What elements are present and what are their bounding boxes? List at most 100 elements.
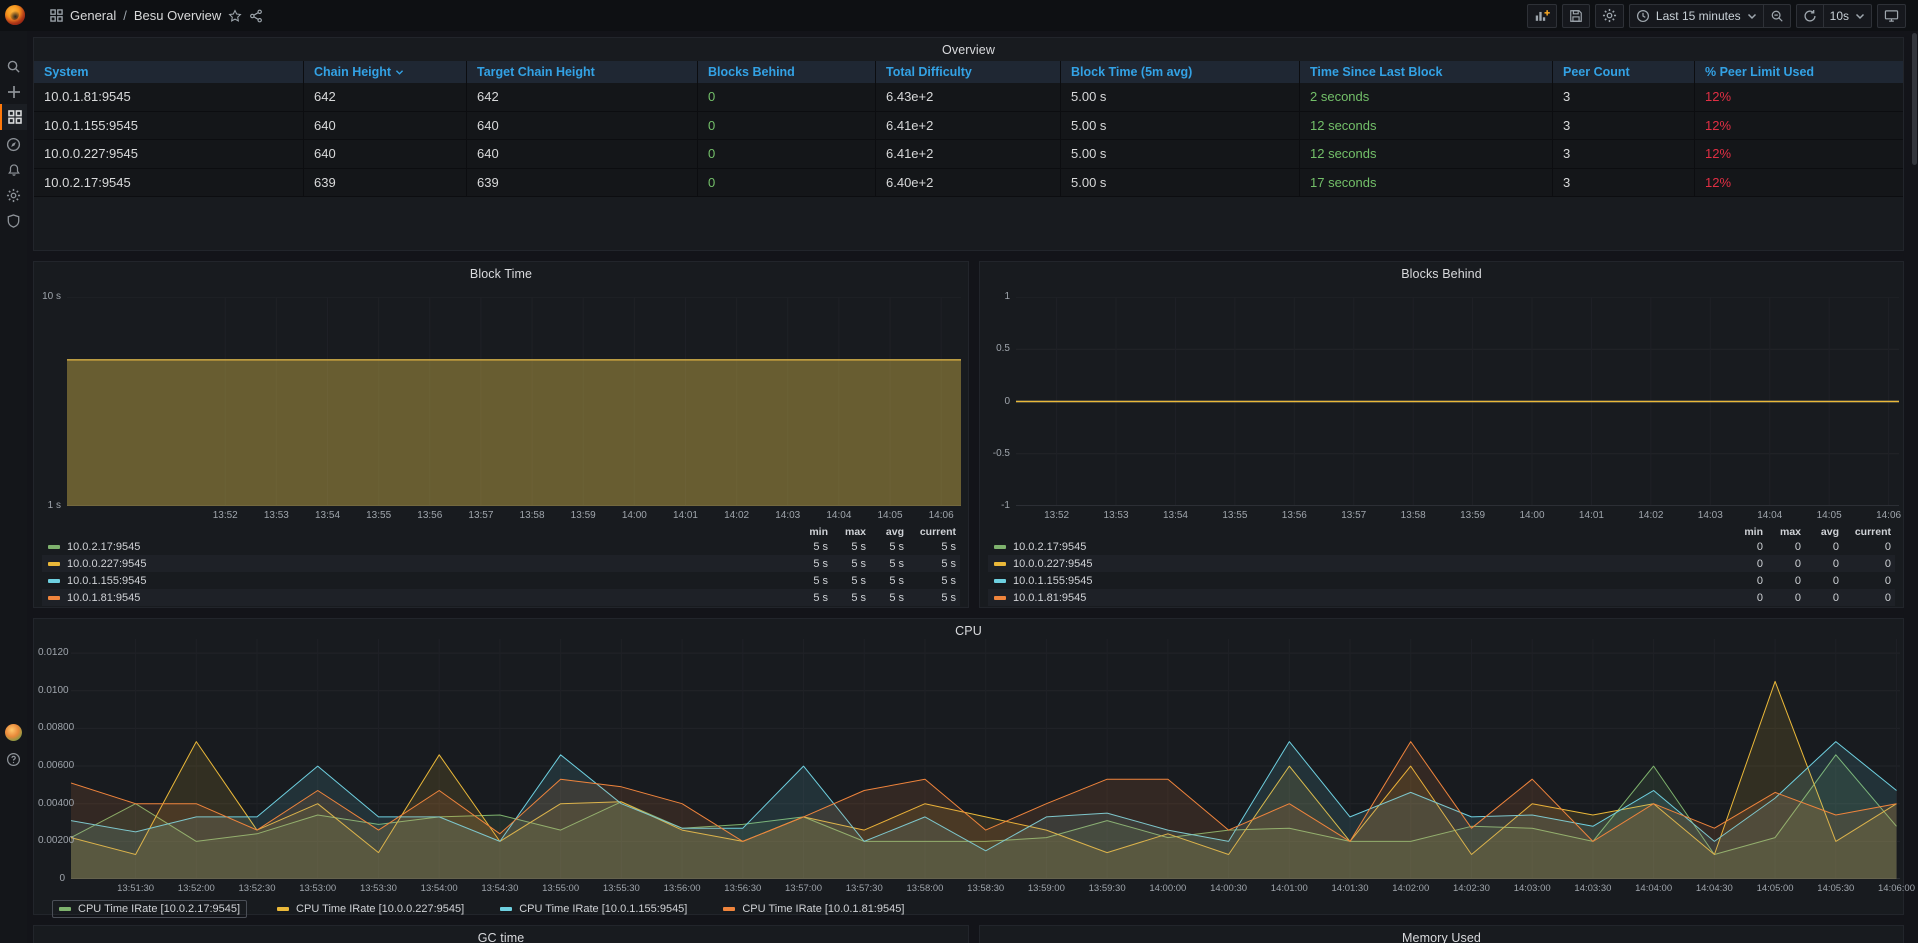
- col-header-target-chain-height[interactable]: Target Chain Height: [466, 61, 697, 83]
- server-admin-shield-icon[interactable]: [0, 208, 27, 234]
- series-marker: [994, 545, 1006, 549]
- x-axis-tick: 13:53:00: [299, 883, 336, 894]
- blocks-behind-chart[interactable]: [1016, 297, 1899, 506]
- breadcrumb-folder[interactable]: General: [70, 8, 116, 23]
- cpu-chart[interactable]: [71, 639, 1900, 879]
- chevron-down-icon: [1855, 12, 1865, 20]
- x-axis-tick: 13:59:30: [1089, 883, 1126, 894]
- dashboard-settings-button[interactable]: [1595, 4, 1624, 28]
- overview-table: System Chain Height Target Chain Height …: [34, 61, 1903, 197]
- y-axis-tick: 0.00800: [38, 722, 65, 733]
- dashboards-icon[interactable]: [0, 104, 27, 130]
- panel-title[interactable]: Memory Used: [980, 931, 1903, 943]
- col-header-time-since-last-block[interactable]: Time Since Last Block: [1299, 61, 1552, 83]
- block-time-chart[interactable]: [67, 297, 961, 506]
- cell-peer-count: 3: [1552, 83, 1694, 111]
- legend-row: 10.0.1.81:9545 5 s 5 s 5 s 5 s: [42, 589, 960, 606]
- block-time-legend: min max avg current 10.0.2.17:9545 5 s 5…: [42, 525, 960, 606]
- col-header-peer-limit-used[interactable]: % Peer Limit Used: [1694, 61, 1903, 83]
- refresh-interval-picker[interactable]: 10s: [1824, 4, 1872, 28]
- explore-compass-icon[interactable]: [0, 131, 27, 157]
- help-icon[interactable]: [0, 746, 27, 772]
- panel-title[interactable]: Block Time: [34, 267, 968, 281]
- table-header-row: System Chain Height Target Chain Height …: [34, 61, 1903, 83]
- x-axis-tick: 14:01:30: [1332, 883, 1369, 894]
- col-header-blocks-behind[interactable]: Blocks Behind: [697, 61, 875, 83]
- x-axis-tick: 13:56:00: [664, 883, 701, 894]
- x-axis-tick: 13:54:00: [421, 883, 458, 894]
- cell-blocks-behind: 0: [697, 83, 875, 111]
- series-marker: [48, 545, 60, 549]
- x-axis-tick: 14:06:00: [1878, 883, 1915, 894]
- scrollbar-thumb[interactable]: [1912, 33, 1917, 165]
- legend-stats-header: min max avg current: [42, 525, 960, 538]
- user-avatar[interactable]: [0, 719, 27, 745]
- panel-title[interactable]: CPU: [34, 624, 1903, 638]
- add-panel-button[interactable]: [1527, 4, 1557, 28]
- cell-system: 10.0.0.227:9545: [34, 140, 303, 168]
- create-icon[interactable]: [0, 79, 27, 105]
- cell-peer-limit-used: 12%: [1694, 169, 1903, 197]
- configuration-gear-icon[interactable]: [0, 182, 27, 208]
- panel-title[interactable]: GC time: [34, 931, 968, 943]
- legend-item[interactable]: CPU Time IRate [10.0.2.17:9545]: [52, 900, 247, 918]
- series-marker: [994, 596, 1006, 600]
- x-axis-tick: 13:57:00: [785, 883, 822, 894]
- x-axis-tick: 13:56:30: [724, 883, 761, 894]
- y-axis-tick: 0.0120: [38, 647, 65, 658]
- panel-title[interactable]: Blocks Behind: [980, 267, 1903, 281]
- y-axis-tick: 10 s: [38, 291, 61, 302]
- save-dashboard-button[interactable]: [1562, 4, 1590, 28]
- navbar-actions: Last 15 minutes 10s: [1527, 3, 1906, 28]
- legend-item[interactable]: CPU Time IRate [10.0.1.155:9545]: [494, 901, 693, 917]
- x-axis-tick: 13:54: [1163, 510, 1188, 521]
- cell-time-since-last-block: 12 seconds: [1299, 112, 1552, 140]
- col-header-total-difficulty[interactable]: Total Difficulty: [875, 61, 1060, 83]
- x-axis-tick: 13:55:00: [542, 883, 579, 894]
- search-icon[interactable]: [0, 53, 27, 79]
- cell-peer-count: 3: [1552, 112, 1694, 140]
- refresh-button[interactable]: [1796, 4, 1824, 28]
- blocks-behind-legend: min max avg current 10.0.2.17:9545 0 0 0…: [988, 525, 1895, 606]
- y-axis-tick: -1: [984, 500, 1010, 511]
- y-axis-tick: 0.00200: [38, 835, 65, 846]
- x-axis-tick: 13:53: [1104, 510, 1129, 521]
- share-icon[interactable]: [249, 9, 263, 23]
- star-icon[interactable]: [228, 9, 242, 23]
- col-header-chain-height[interactable]: Chain Height: [303, 61, 466, 83]
- x-axis-tick: 14:00:00: [1149, 883, 1186, 894]
- cell-blocks-behind: 0: [697, 112, 875, 140]
- time-range-picker[interactable]: Last 15 minutes: [1629, 4, 1764, 28]
- x-axis-tick: 13:58:00: [906, 883, 943, 894]
- cell-blocks-behind: 0: [697, 140, 875, 168]
- legend-item[interactable]: CPU Time IRate [10.0.0.227:9545]: [271, 901, 470, 917]
- x-axis-tick: 13:56: [1282, 510, 1307, 521]
- col-header-system[interactable]: System: [34, 61, 303, 83]
- x-axis-tick: 13:59:00: [1028, 883, 1065, 894]
- x-axis-tick: 13:55: [366, 510, 391, 521]
- x-axis-tick: 14:04:30: [1696, 883, 1733, 894]
- x-axis-tick: 14:00: [622, 510, 647, 521]
- col-header-peer-count[interactable]: Peer Count: [1552, 61, 1694, 83]
- table-row: 10.0.1.81:9545 642 642 0 6.43e+2 5.00 s …: [34, 83, 1903, 112]
- col-header-block-time[interactable]: Block Time (5m avg): [1060, 61, 1299, 83]
- grafana-logo[interactable]: [5, 5, 25, 25]
- table-row: 10.0.0.227:9545 640 640 0 6.41e+2 5.00 s…: [34, 140, 1903, 169]
- zoom-out-button[interactable]: [1764, 4, 1791, 28]
- cell-peer-count: 3: [1552, 169, 1694, 197]
- top-navbar: General / Besu Overview L: [0, 0, 1918, 31]
- breadcrumb-dashboard-title[interactable]: Besu Overview: [134, 8, 221, 23]
- panel-title[interactable]: Overview: [34, 43, 1903, 57]
- x-axis-tick: 14:01: [673, 510, 698, 521]
- alerting-bell-icon[interactable]: [0, 157, 27, 183]
- x-axis-tick: 14:02: [724, 510, 749, 521]
- cycle-view-mode-button[interactable]: [1877, 4, 1906, 28]
- x-axis-tick: 13:52: [213, 510, 238, 521]
- legend-row: 10.0.1.155:9545 0 0 0 0: [988, 572, 1895, 589]
- x-axis-tick: 13:52: [1044, 510, 1069, 521]
- x-axis-tick: 13:58: [1401, 510, 1426, 521]
- y-axis-tick: 1: [984, 291, 1010, 302]
- legend-item[interactable]: CPU Time IRate [10.0.1.81:9545]: [717, 901, 910, 917]
- x-axis-tick: 14:06: [1876, 510, 1901, 521]
- series-marker: [500, 907, 512, 911]
